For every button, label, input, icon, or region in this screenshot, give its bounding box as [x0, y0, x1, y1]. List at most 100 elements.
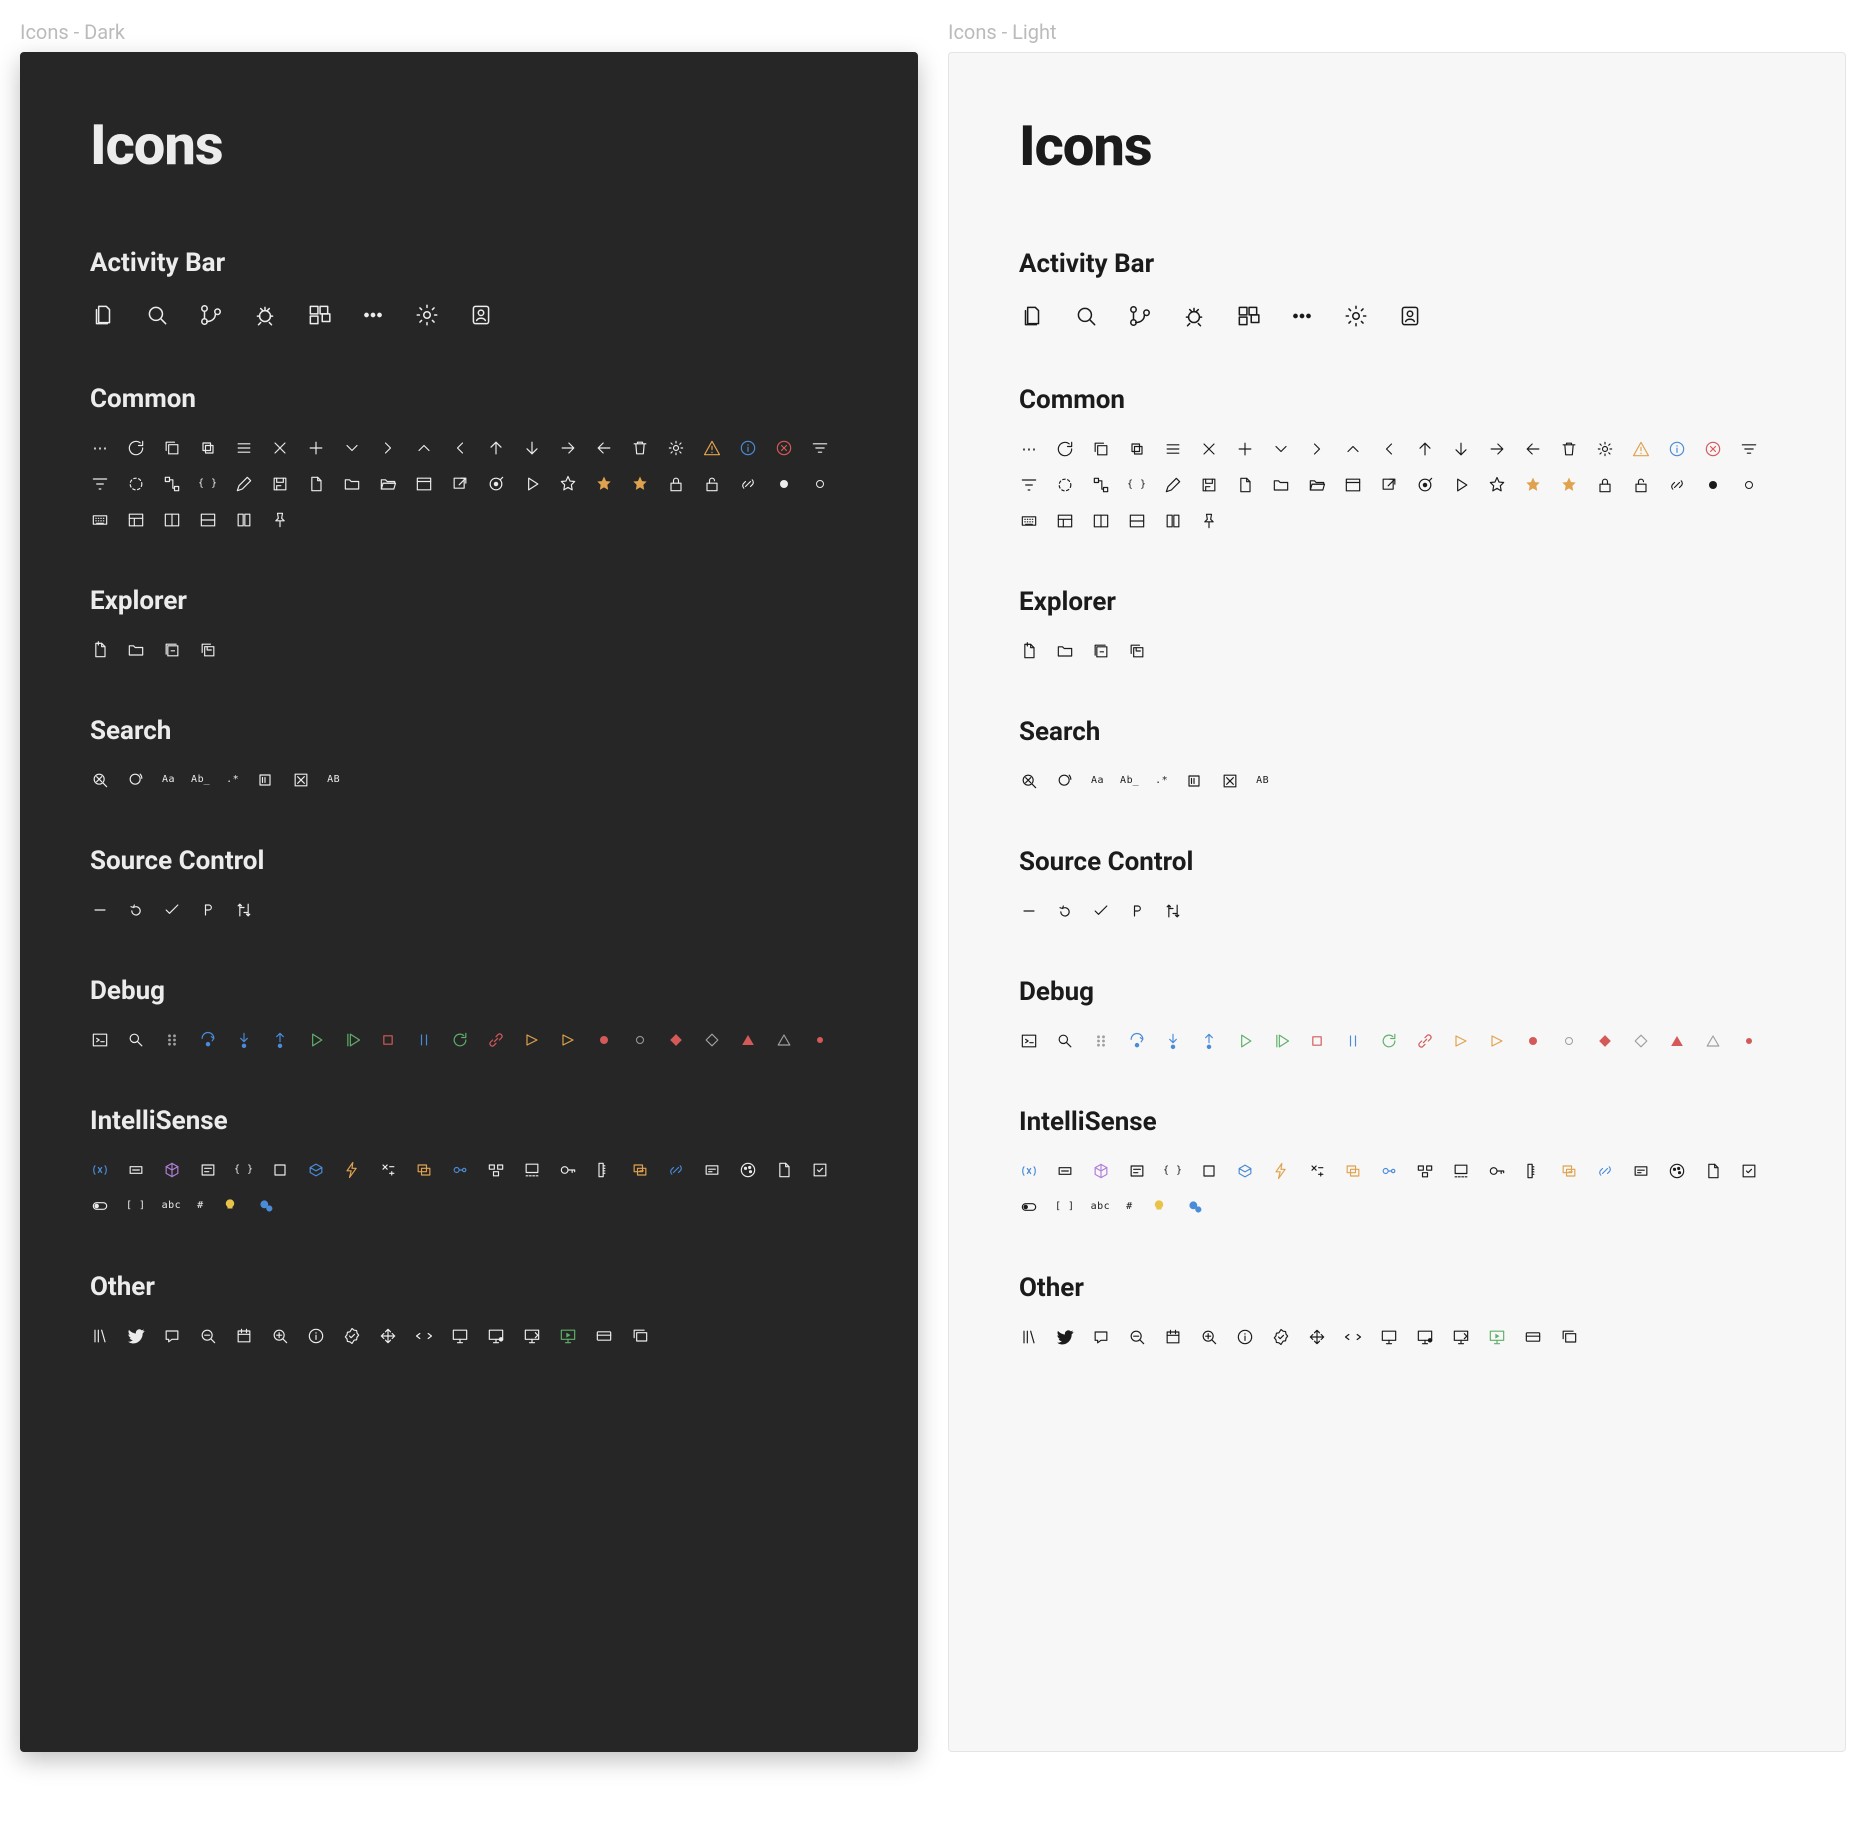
whitespace-icon[interactable] — [198, 900, 218, 920]
symbol-namespace-icon[interactable]: { } — [1163, 1161, 1183, 1181]
chevron-right-icon[interactable] — [378, 438, 398, 458]
credit-card-icon[interactable] — [1523, 1327, 1543, 1347]
step-into-icon[interactable] — [234, 1030, 254, 1050]
copy-icon[interactable] — [1091, 439, 1111, 459]
exclude-icon[interactable] — [291, 770, 311, 790]
breakpoint-conditional-icon[interactable] — [522, 1030, 542, 1050]
symbol-variable-icon[interactable] — [90, 1160, 110, 1180]
filter-lines-icon[interactable] — [810, 438, 830, 458]
vm-connect-icon[interactable] — [522, 1326, 542, 1346]
discard-icon[interactable] — [1055, 901, 1075, 921]
compare-changes-icon[interactable] — [1163, 901, 1183, 921]
loading-icon[interactable] — [126, 474, 146, 494]
symbol-boolean-icon[interactable] — [1019, 1197, 1039, 1217]
breakpoint-diamond-outline-icon[interactable] — [702, 1030, 722, 1050]
save-all-icon[interactable] — [1127, 641, 1147, 661]
regex-icon[interactable]: .* — [1155, 771, 1168, 791]
filter-lines-icon[interactable] — [1739, 439, 1759, 459]
symbol-interface-icon[interactable] — [450, 1160, 470, 1180]
lightbulb-autofix-icon[interactable] — [256, 1196, 276, 1216]
split-vertical-icon[interactable] — [198, 510, 218, 530]
library-icon[interactable] — [90, 1326, 110, 1346]
reverse-continue-icon[interactable] — [1271, 1031, 1291, 1051]
symbol-enum-member-icon[interactable] — [630, 1160, 650, 1180]
symbol-class-icon[interactable] — [162, 1160, 182, 1180]
filter-icon[interactable] — [1019, 475, 1039, 495]
chevron-up-icon[interactable] — [414, 438, 434, 458]
symbol-method-icon[interactable] — [1235, 1161, 1255, 1181]
symbol-interface-icon[interactable] — [1379, 1161, 1399, 1181]
debug-alt-icon[interactable] — [1055, 1031, 1075, 1051]
calendar-icon[interactable] — [1163, 1327, 1183, 1347]
breakpoint-disabled-icon[interactable] — [1559, 1031, 1579, 1051]
play-icon[interactable] — [522, 474, 542, 494]
folder-open-icon[interactable] — [378, 474, 398, 494]
zoom-in-icon[interactable] — [270, 1326, 290, 1346]
chevron-left-icon[interactable] — [450, 438, 470, 458]
lightbulb-icon[interactable] — [1149, 1197, 1169, 1217]
symbol-key-icon[interactable] — [558, 1160, 578, 1180]
edit-pencil-icon[interactable] — [234, 474, 254, 494]
exclude-icon[interactable] — [1220, 771, 1240, 791]
settings-gear-icon[interactable] — [1343, 303, 1369, 329]
star-outline-icon[interactable] — [1487, 475, 1507, 495]
continue-icon[interactable] — [1235, 1031, 1255, 1051]
breakpoint-diamond-icon[interactable] — [666, 1030, 686, 1050]
chevron-left-icon[interactable] — [1379, 439, 1399, 459]
step-over-icon[interactable] — [198, 1030, 218, 1050]
vm-active-icon[interactable] — [1415, 1327, 1435, 1347]
breakpoint-diamond-icon[interactable] — [1595, 1031, 1615, 1051]
book-icon[interactable] — [234, 510, 254, 530]
error-icon[interactable] — [1703, 439, 1723, 459]
pin-icon[interactable] — [270, 510, 290, 530]
vm-running-icon[interactable] — [1487, 1327, 1507, 1347]
folder-icon[interactable] — [342, 474, 362, 494]
json-braces-icon[interactable]: { } — [1127, 475, 1147, 495]
replace-all-icon[interactable]: AB — [327, 770, 340, 790]
error-icon[interactable] — [774, 438, 794, 458]
compare-changes-icon[interactable] — [234, 900, 254, 920]
breakpoint-triangle-icon[interactable] — [738, 1030, 758, 1050]
step-over-icon[interactable] — [1127, 1031, 1147, 1051]
restart-icon[interactable] — [1379, 1031, 1399, 1051]
extensions-icon[interactable] — [1235, 303, 1261, 329]
vm-connect-icon[interactable] — [1451, 1327, 1471, 1347]
move-icon[interactable] — [1307, 1327, 1327, 1347]
breakpoint-icon[interactable] — [594, 1030, 614, 1050]
verified-icon[interactable] — [342, 1326, 362, 1346]
ellipsis-icon[interactable]: ⋯ — [1019, 439, 1039, 459]
symbol-constant-icon[interactable] — [1127, 1161, 1147, 1181]
gear-small-icon[interactable] — [1595, 439, 1615, 459]
split-vertical-icon[interactable] — [1127, 511, 1147, 531]
star-half-icon[interactable] — [630, 474, 650, 494]
chevron-up-icon[interactable] — [1343, 439, 1363, 459]
breakpoint-triangle-outline-icon[interactable] — [1703, 1031, 1723, 1051]
json-braces-icon[interactable]: { } — [198, 474, 218, 494]
symbol-namespace-icon[interactable]: { } — [234, 1160, 254, 1180]
debug-bug-icon[interactable] — [252, 302, 278, 328]
loading-icon[interactable] — [1055, 475, 1075, 495]
search-refresh-icon[interactable] — [126, 770, 146, 790]
step-out-icon[interactable] — [1199, 1031, 1219, 1051]
settings-gear-icon[interactable] — [414, 302, 440, 328]
minus-icon[interactable] — [90, 900, 110, 920]
keyboard-icon[interactable] — [90, 510, 110, 530]
whitespace-icon[interactable] — [1127, 901, 1147, 921]
symbol-ruler-icon[interactable] — [594, 1160, 614, 1180]
file-icon[interactable] — [306, 474, 326, 494]
zoom-out-icon[interactable] — [1127, 1327, 1147, 1347]
trash-icon[interactable] — [1559, 439, 1579, 459]
split-horizontal-icon[interactable] — [162, 510, 182, 530]
trash-icon[interactable] — [630, 438, 650, 458]
target-icon[interactable] — [486, 474, 506, 494]
source-control-icon[interactable] — [1127, 303, 1153, 329]
symbol-event-icon[interactable] — [342, 1160, 362, 1180]
symbol-field-icon[interactable] — [126, 1160, 146, 1180]
regex-icon[interactable]: .* — [226, 770, 239, 790]
search-stop-icon[interactable] — [1019, 771, 1039, 791]
search-refresh-icon[interactable] — [1055, 771, 1075, 791]
copies-icon[interactable] — [1127, 439, 1147, 459]
collapse-all-icon[interactable] — [1091, 641, 1111, 661]
zoom-out-icon[interactable] — [198, 1326, 218, 1346]
calendar-icon[interactable] — [234, 1326, 254, 1346]
